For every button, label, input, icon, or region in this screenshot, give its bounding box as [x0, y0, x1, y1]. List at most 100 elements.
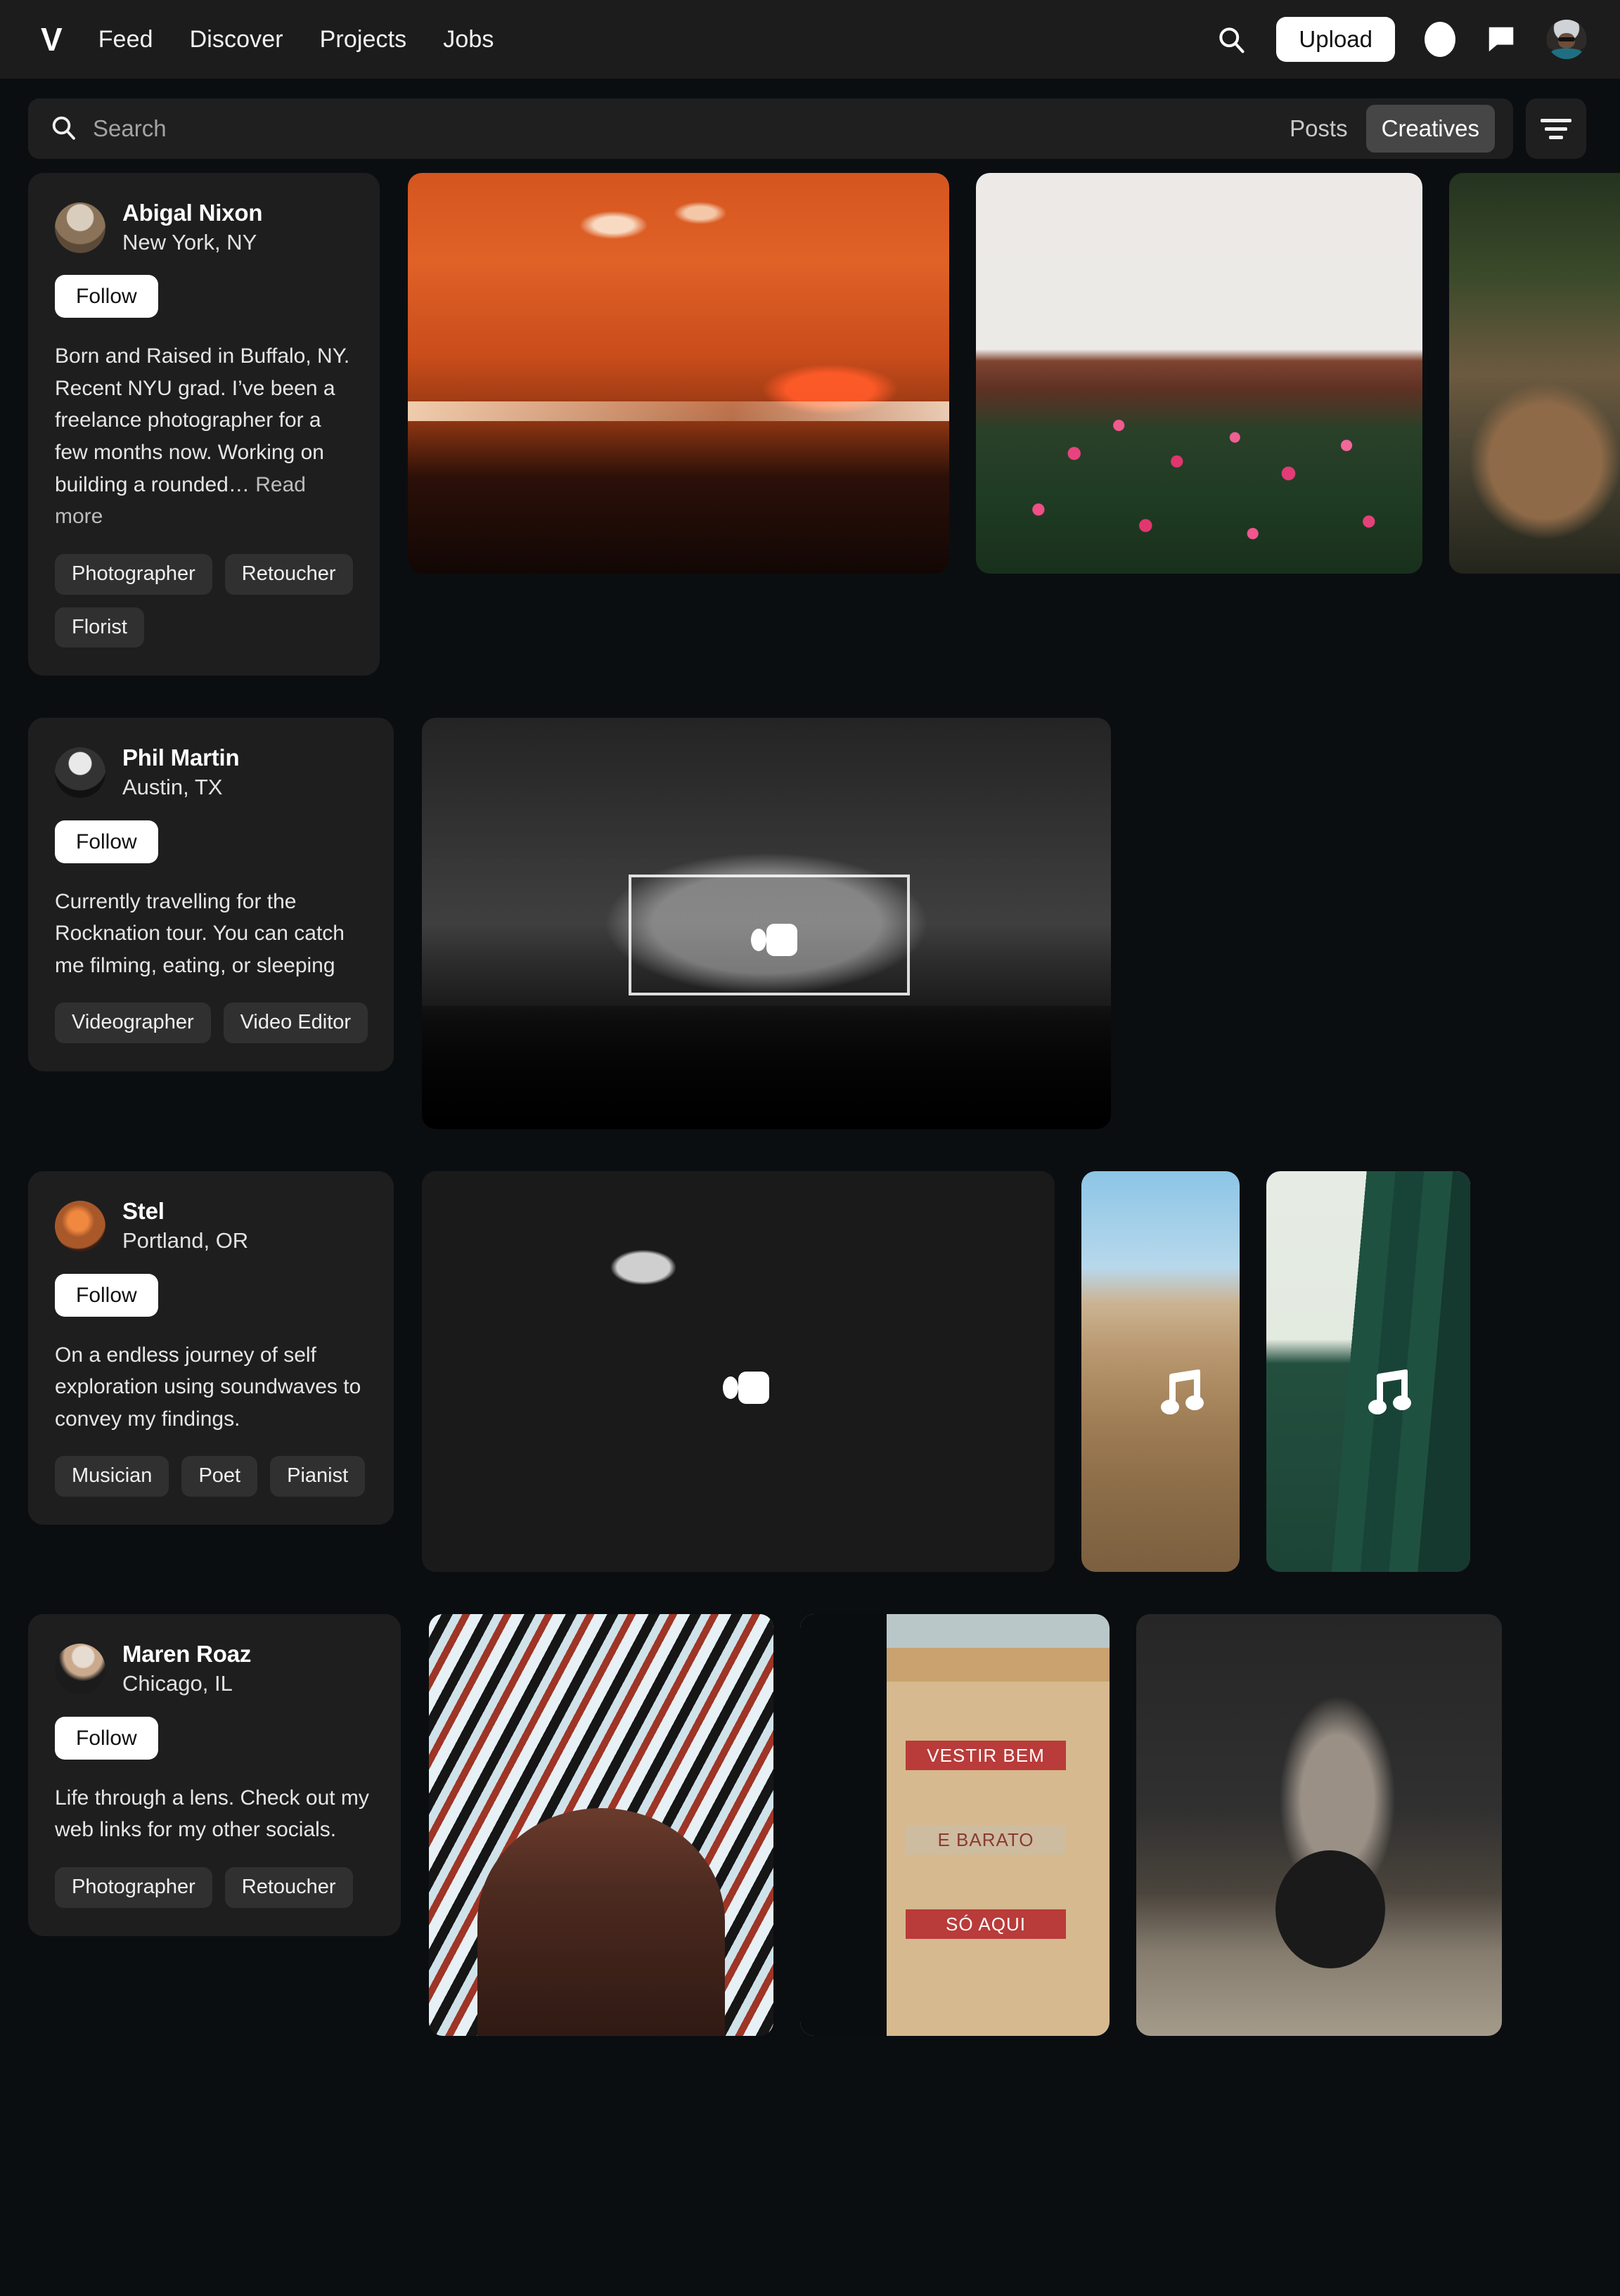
feed-row: Phil Martin Austin, TX Follow Currently …	[28, 718, 1620, 1130]
nav-item-projects[interactable]: Projects	[320, 26, 407, 53]
search-scope-toggle: Posts Creatives	[1274, 105, 1495, 153]
photo-green-books	[1266, 1171, 1470, 1573]
creative-bio: Born and Raised in Buffalo, NY. Recent N…	[55, 340, 354, 533]
follow-button[interactable]: Follow	[55, 820, 158, 863]
segment-creatives[interactable]: Creatives	[1365, 105, 1495, 153]
media-thumbnail[interactable]	[422, 718, 1111, 1130]
creative-bio-text: Currently travelling for the Rocknation …	[55, 889, 345, 977]
creative-tag[interactable]: Poet	[181, 1456, 258, 1497]
media-thumbnail[interactable]: VESTIR BEM E BARATO SÓ AQUI	[800, 1614, 1110, 2037]
creative-location: Chicago, IL	[122, 1671, 233, 1696]
photo-building-facade: VESTIR BEM E BARATO SÓ AQUI	[800, 1614, 1110, 2037]
creative-avatar[interactable]	[55, 747, 105, 799]
creative-header: Stel Portland, OR	[55, 1198, 368, 1253]
creative-card[interactable]: Maren Roaz Chicago, IL Follow Life throu…	[28, 1614, 401, 1936]
avatar-shirt	[1550, 49, 1583, 59]
creative-tag[interactable]: Florist	[55, 607, 144, 648]
nav-item-jobs[interactable]: Jobs	[443, 26, 494, 53]
creative-avatar[interactable]	[55, 202, 105, 253]
creative-location: Portland, OR	[122, 1228, 249, 1253]
creative-tag[interactable]: Musician	[55, 1456, 169, 1497]
search-icon	[49, 113, 77, 145]
creative-tag[interactable]: Retoucher	[224, 1866, 353, 1908]
media-thumbnail[interactable]	[976, 173, 1422, 574]
photo-bw-portrait	[422, 1171, 1055, 1573]
creative-identity: Maren Roaz Chicago, IL	[122, 1641, 251, 1696]
thumbnail-strip: VESTIR BEM E BARATO SÓ AQUI	[429, 1614, 1620, 2037]
media-thumbnail[interactable]	[1266, 1171, 1470, 1573]
creative-bio: On a endless journey of self exploration…	[55, 1339, 368, 1436]
media-thumbnail[interactable]	[422, 1171, 1055, 1573]
photo-headwrap-portrait	[429, 1614, 773, 2037]
photo-concert-stage	[422, 718, 1111, 1130]
chat-bubble-icon[interactable]	[1485, 23, 1517, 56]
notification-dot-icon[interactable]	[1425, 21, 1455, 57]
creative-avatar[interactable]	[55, 1644, 105, 1695]
creative-card[interactable]: Abigal Nixon New York, NY Follow Born an…	[28, 173, 380, 676]
creative-name: Phil Martin	[122, 744, 240, 771]
creative-avatar[interactable]	[55, 1201, 105, 1252]
thumbnail-strip	[422, 718, 1620, 1130]
creative-tag[interactable]: Retoucher	[224, 553, 353, 595]
nav-left-group: V Feed Discover Projects Jobs	[41, 23, 494, 56]
creative-bio: Currently travelling for the Rocknation …	[55, 886, 364, 982]
creative-tag[interactable]: Pianist	[270, 1456, 366, 1497]
creative-identity: Stel Portland, OR	[122, 1198, 248, 1253]
creative-tag[interactable]: Photographer	[55, 553, 212, 595]
thumbnail-strip	[422, 1171, 1620, 1573]
creative-tags: Videographer Video Editor	[55, 1002, 368, 1044]
follow-button[interactable]: Follow	[55, 275, 158, 318]
building-sign: SÓ AQUI	[905, 1909, 1067, 1940]
nav-item-feed[interactable]: Feed	[98, 26, 153, 53]
media-thumbnail[interactable]	[1136, 1614, 1502, 2037]
creative-tag[interactable]: Videographer	[55, 1002, 211, 1044]
creative-bio: Life through a lens. Check out my web li…	[55, 1782, 375, 1846]
follow-button[interactable]: Follow	[55, 1273, 158, 1317]
feed-row: Maren Roaz Chicago, IL Follow Life throu…	[28, 1614, 1620, 2037]
nav-item-discover[interactable]: Discover	[190, 26, 283, 53]
follow-button[interactable]: Follow	[55, 1716, 158, 1760]
filter-button[interactable]	[1526, 98, 1586, 159]
search-toolbar: Posts Creatives	[0, 79, 1620, 173]
search-icon[interactable]	[1216, 24, 1247, 55]
media-thumbnail[interactable]	[408, 173, 949, 574]
creative-bio-text: Life through a lens. Check out my web li…	[55, 1786, 369, 1842]
creative-location: New York, NY	[122, 229, 257, 254]
creative-tag[interactable]: Video Editor	[223, 1002, 368, 1044]
creatives-feed: Abigal Nixon New York, NY Follow Born an…	[0, 173, 1620, 2037]
photo-motorcycle-rider	[1136, 1614, 1502, 2037]
avatar-sunglasses	[1557, 37, 1576, 41]
creative-card[interactable]: Stel Portland, OR Follow On a endless jo…	[28, 1171, 394, 1526]
creative-bio-text: On a endless journey of self exploration…	[55, 1343, 361, 1431]
creative-tags: Musician Poet Pianist	[55, 1456, 368, 1497]
creative-tags: Photographer Retoucher	[55, 1866, 375, 1908]
search-bar[interactable]: Posts Creatives	[28, 98, 1513, 159]
segment-posts[interactable]: Posts	[1274, 105, 1363, 153]
thumbnail-strip	[408, 173, 1620, 574]
top-navbar: V Feed Discover Projects Jobs Upload	[0, 0, 1620, 79]
user-avatar[interactable]	[1547, 19, 1586, 59]
photo-orange-car	[408, 173, 949, 574]
nav-right-group: Upload	[1216, 16, 1586, 63]
creative-name: Maren Roaz	[122, 1641, 252, 1668]
photo-stone-temple	[1081, 1171, 1240, 1573]
media-thumbnail[interactable]	[1081, 1171, 1240, 1573]
creative-header: Phil Martin Austin, TX	[55, 744, 368, 800]
creative-location: Austin, TX	[122, 775, 223, 800]
photo-pink-flowers	[976, 173, 1422, 574]
upload-button[interactable]: Upload	[1276, 16, 1395, 63]
search-input[interactable]	[77, 115, 1275, 142]
building-sign: VESTIR BEM	[905, 1741, 1067, 1771]
creative-header: Maren Roaz Chicago, IL	[55, 1641, 375, 1696]
creative-identity: Abigal Nixon New York, NY	[122, 200, 262, 255]
filter-funnel-icon	[1541, 118, 1571, 139]
creative-card[interactable]: Phil Martin Austin, TX Follow Currently …	[28, 718, 394, 1072]
app-logo[interactable]: V	[41, 23, 63, 56]
media-thumbnail[interactable]	[429, 1614, 773, 2037]
feed-row: Stel Portland, OR Follow On a endless jo…	[28, 1171, 1620, 1573]
creative-name: Abigal Nixon	[122, 200, 263, 226]
building-sign: E BARATO	[905, 1825, 1067, 1855]
creative-tag[interactable]: Photographer	[55, 1866, 212, 1908]
feed-row: Abigal Nixon New York, NY Follow Born an…	[28, 173, 1620, 676]
media-thumbnail[interactable]	[1449, 173, 1620, 574]
